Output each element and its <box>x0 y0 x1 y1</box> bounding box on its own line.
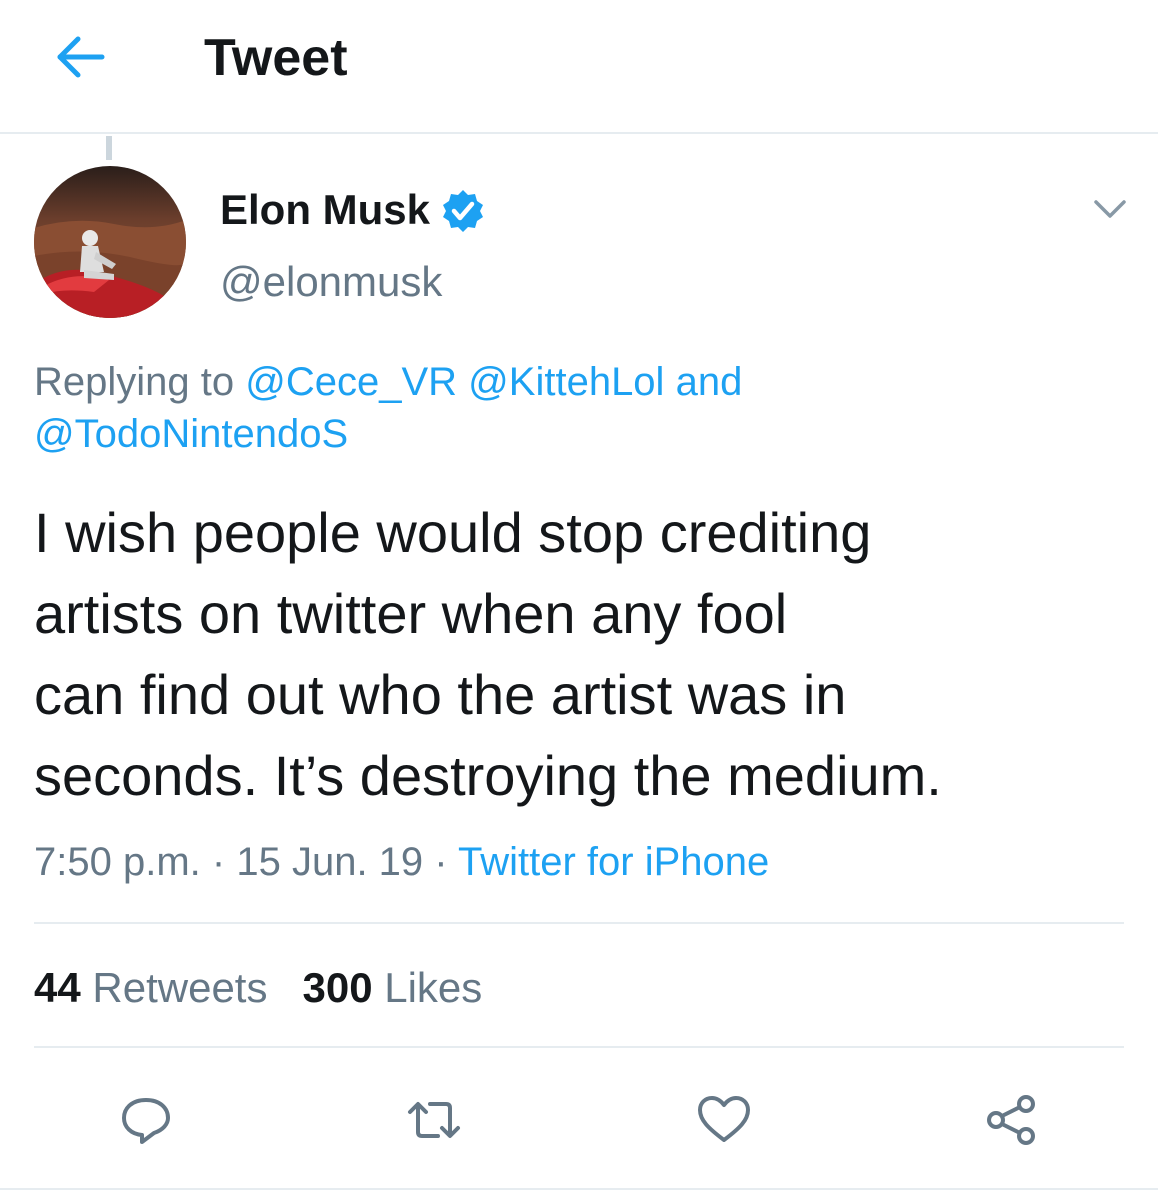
tweet-time: 7:50 p.m. <box>34 840 201 884</box>
divider <box>34 922 1124 924</box>
avatar-image <box>34 166 186 318</box>
retweets-stat[interactable]: 44 Retweets <box>34 964 267 1011</box>
share-button[interactable] <box>984 1092 1040 1148</box>
reply-context: Replying to @Cece_VR @KittehLol and @Tod… <box>34 356 1114 460</box>
retweets-label: Retweets <box>92 964 268 1011</box>
mention-link[interactable]: @Cece_VR <box>245 360 457 404</box>
share-icon <box>987 1095 1035 1145</box>
verified-badge-icon <box>440 188 486 234</box>
tweet-text: I wish people would stop crediting artis… <box>34 492 1134 816</box>
author-name[interactable]: Elon Musk <box>220 184 430 236</box>
tweet-stats: 44 Retweets 300 Likes <box>34 962 482 1014</box>
mention-link[interactable]: @TodoNintendoS <box>34 412 348 456</box>
replying-to-label: Replying to <box>34 360 235 404</box>
meta-separator: · <box>211 840 226 884</box>
likes-count: 300 <box>302 964 373 1011</box>
tweet-meta: 7:50 p.m. · 15 Jun. 19 · Twitter for iPh… <box>34 836 769 888</box>
retweet-button[interactable] <box>406 1092 462 1148</box>
like-icon <box>698 1096 750 1142</box>
chevron-down-icon <box>1094 200 1126 218</box>
tweet-text-line: can find out who the artist was in <box>34 663 847 726</box>
like-button[interactable] <box>696 1092 752 1148</box>
retweet-icon <box>408 1102 460 1138</box>
tweet-text-line: I wish people would stop crediting <box>34 501 872 564</box>
back-button[interactable] <box>50 30 110 90</box>
arrow-left-icon <box>57 36 105 78</box>
tweet-date: 15 Jun. 19 <box>236 840 424 884</box>
tweet-text-line: artists on twitter when any fool <box>34 582 788 645</box>
tweet-options-button[interactable] <box>1090 194 1130 224</box>
likes-stat[interactable]: 300 Likes <box>302 964 482 1011</box>
likes-label: Likes <box>384 964 483 1011</box>
thread-connector-line <box>106 136 112 160</box>
mention-link[interactable]: @KittehLol <box>468 360 664 404</box>
divider <box>34 1046 1124 1048</box>
author-handle[interactable]: @elonmusk <box>220 256 442 308</box>
tweet-text-line: seconds. It’s destroying the medium. <box>34 744 942 807</box>
reply-button[interactable] <box>118 1092 174 1148</box>
avatar[interactable] <box>34 166 186 318</box>
top-app-bar: Tweet <box>0 0 1158 134</box>
page-title: Tweet <box>204 29 348 87</box>
divider <box>0 1188 1158 1190</box>
retweets-count: 44 <box>34 964 81 1011</box>
reply-conjunction[interactable]: and <box>676 360 743 404</box>
meta-separator: · <box>434 840 448 884</box>
tweet-source-link[interactable]: Twitter for iPhone <box>458 840 769 884</box>
reply-icon <box>122 1098 170 1144</box>
